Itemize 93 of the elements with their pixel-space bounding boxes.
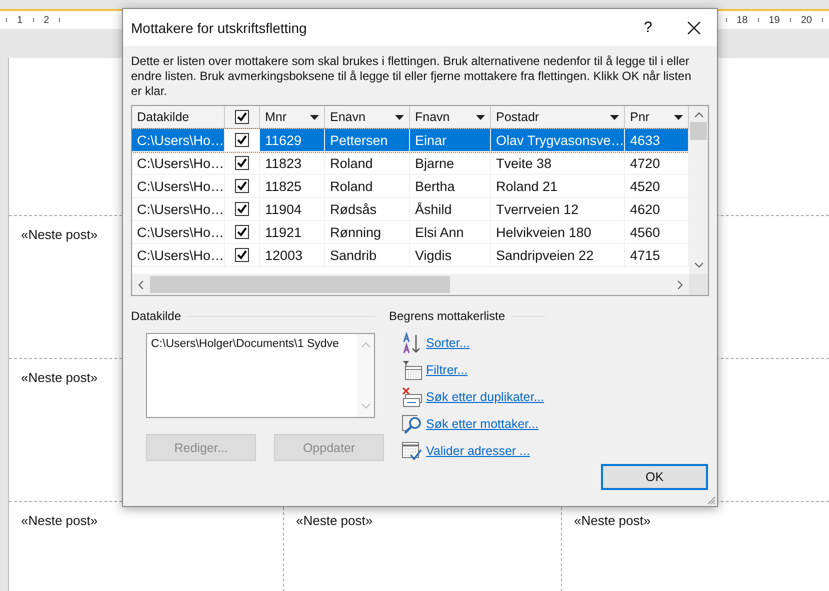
section-heading: Begrens mottakerliste: [389, 309, 506, 323]
checkbox[interactable]: [235, 225, 249, 239]
ruler-number: 18: [736, 14, 748, 26]
link[interactable]: Sorter...: [426, 336, 470, 350]
scrollbar-corner: [689, 274, 708, 295]
merge-field: «Neste post»: [21, 370, 98, 385]
table-cell: 11921: [260, 221, 325, 244]
horizontal-scrollbar[interactable]: [132, 274, 689, 295]
table-cell: Bertha: [410, 175, 491, 198]
table-cell: C:\Users\Ho…: [132, 244, 225, 267]
vertical-scrollbar[interactable]: [689, 106, 708, 274]
table-cell: Sandripveien 22: [491, 244, 625, 267]
sort-icon: [401, 332, 423, 354]
checkbox[interactable]: [235, 248, 249, 262]
table-row[interactable]: C:\Users\Ho… 11629 Pettersen Einar Olav Trygvasonsve… 4633: [132, 129, 689, 152]
list-item[interactable]: C:\Users\Holger\Documents\1 Sydve: [151, 338, 339, 350]
table-cell: C:\Users\Ho…: [132, 198, 225, 221]
ruler-number: 20: [800, 14, 812, 26]
link[interactable]: Filtrer...: [426, 363, 468, 377]
table-cell: 11825: [260, 175, 325, 198]
scroll-left-icon[interactable]: [138, 280, 144, 290]
table-cell: Tverrveien 12: [491, 198, 625, 221]
checkbox[interactable]: [235, 179, 249, 193]
ok-button[interactable]: OK: [601, 464, 708, 490]
filter-icon: [401, 359, 423, 381]
dropdown-arrow-icon[interactable]: [310, 114, 319, 120]
table-cell: Åshild: [410, 198, 491, 221]
table-cell: C:\Users\Ho…: [132, 175, 225, 198]
table-cell: Pettersen: [325, 129, 410, 152]
table-cell: 12003: [260, 244, 325, 267]
link[interactable]: Søk etter mottaker...: [426, 417, 539, 431]
table-cell: 11629: [260, 129, 325, 152]
dropdown-arrow-icon[interactable]: [674, 114, 683, 120]
table-row[interactable]: C:\Users\Ho… 11823 Roland Bjarne Tveite 38 4720: [132, 152, 689, 175]
merge-field: «Neste post»: [296, 513, 373, 528]
ruler-number: 2: [44, 14, 50, 26]
scroll-thumb[interactable]: [150, 276, 450, 293]
scroll-up-icon[interactable]: [694, 112, 704, 118]
ruler-number: 1: [17, 14, 23, 26]
table-cell: Sandrib: [325, 244, 410, 267]
merge-field: «Neste post»: [574, 513, 651, 528]
table-cell: Bjarne: [410, 152, 491, 175]
table-cell: Helvikveien 180: [491, 221, 625, 244]
close-icon: [687, 20, 701, 34]
ruler-number: 19: [768, 14, 780, 26]
column-header[interactable]: Datakilde: [132, 106, 225, 129]
table-cell: 11823: [260, 152, 325, 175]
instruction-text: Dette er listen over mottakere som skal brukes i flettingen. Bruk alternativene nedenfor til å legge til i eller endre listen. Bruk avmerkingsboksene til å legge til eller fjerne mottakere fra flettingen. Klikk OK når listen er klar.: [131, 54, 692, 99]
checkbox[interactable]: [235, 110, 249, 124]
data-source-list[interactable]: C:\Users\Holger\Documents\1 Sydve: [146, 333, 375, 418]
table-cell: Einar: [410, 129, 491, 152]
validate-addresses-icon: [401, 440, 423, 462]
table-cell: Roland: [325, 175, 410, 198]
merge-field: «Neste post»: [21, 513, 98, 528]
column-header[interactable]: Fnavn: [410, 106, 491, 129]
resize-grip-icon[interactable]: [706, 495, 716, 505]
scroll-down-icon[interactable]: [694, 262, 704, 268]
help-button[interactable]: ?: [625, 9, 671, 46]
column-header[interactable]: Enavn: [325, 106, 410, 129]
column-header[interactable]: Pnr: [625, 106, 689, 129]
checkbox[interactable]: [235, 202, 249, 216]
table-row[interactable]: C:\Users\Ho… 11825 Roland Bertha Roland 21 4520: [132, 175, 689, 198]
table-cell: Roland: [325, 152, 410, 175]
table-cell: C:\Users\Ho…: [132, 221, 225, 244]
column-header[interactable]: Mnr: [260, 106, 325, 129]
column-header[interactable]: Postadr: [491, 106, 625, 129]
window-title: Mottakere for utskriftsfletting: [131, 20, 308, 36]
table-cell: Rødsås: [325, 198, 410, 221]
dropdown-arrow-icon[interactable]: [395, 114, 404, 120]
table-cell: Roland 21: [491, 175, 625, 198]
table-row[interactable]: C:\Users\Ho… 12003 Sandrib Vigdis Sandripveien 22 4715: [132, 244, 689, 267]
table-row[interactable]: C:\Users\Ho… 11904 Rødsås Åshild Tverrveien 12 4620: [132, 198, 689, 221]
table-cell: Tveite 38: [491, 152, 625, 175]
link[interactable]: Søk etter duplikater...: [426, 390, 544, 404]
dropdown-arrow-icon[interactable]: [610, 114, 619, 120]
table-row[interactable]: C:\Users\Ho… 11921 Rønning Elsi Ann Helvikveien 180 4560: [132, 221, 689, 244]
table-cell: Elsi Ann: [410, 221, 491, 244]
search-icon: [401, 413, 423, 435]
table-cell: Vigdis: [410, 244, 491, 267]
checkbox[interactable]: [235, 156, 249, 170]
checkbox[interactable]: [235, 133, 249, 147]
link[interactable]: Valider adresser ...: [426, 444, 530, 458]
table-cell: C:\Users\Ho…: [132, 152, 225, 175]
table-cell: 11904: [260, 198, 325, 221]
section-heading: Datakilde: [131, 309, 182, 323]
table-cell: Olav Trygvasonsve…: [491, 129, 625, 152]
merge-field: «Neste post»: [21, 227, 98, 242]
dropdown-arrow-icon[interactable]: [476, 114, 485, 120]
duplicate-records-icon: [401, 386, 423, 408]
column-header[interactable]: [225, 106, 260, 129]
scroll-thumb[interactable]: [690, 122, 707, 140]
scroll-right-icon[interactable]: [677, 280, 683, 290]
table-cell: Rønning: [325, 221, 410, 244]
